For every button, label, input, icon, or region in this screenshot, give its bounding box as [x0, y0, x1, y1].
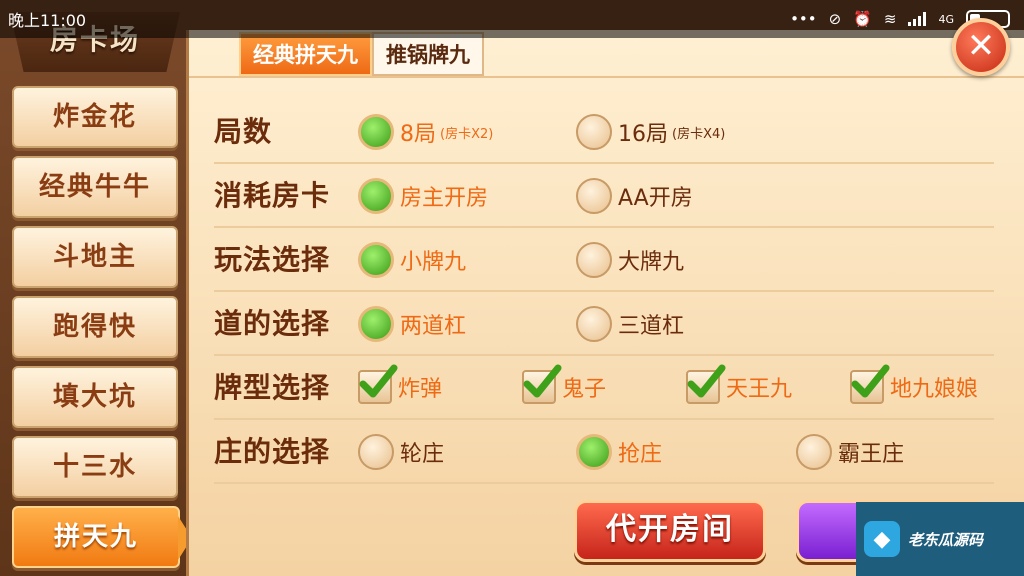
option-label: 鬼子: [562, 377, 607, 402]
sidebar-item-niuniu[interactable]: 经典牛牛: [12, 156, 178, 218]
tab-divider: [189, 76, 1024, 78]
option-label: 两道杠: [400, 314, 467, 339]
row-label: 道的选择: [214, 307, 331, 340]
status-bar: 晚上11:00 ••• ⊘ ⏰ ≋ 4G: [0, 0, 1024, 38]
row-banker: 庄的选择 轮庄 抢庄 霸王庄: [214, 420, 994, 484]
row-card-types: 牌型选择 炸弹 鬼子 天王九 地九娘娘: [214, 356, 994, 420]
option-host-open[interactable]: 房主开房: [358, 178, 488, 214]
checkbox-tianwangjiu[interactable]: 天王九: [686, 364, 793, 404]
row-card-cost: 消耗房卡 房主开房 AA开房: [214, 164, 994, 228]
sidebar-item-shisanshui[interactable]: 十三水: [12, 436, 178, 498]
row-label: 庄的选择: [214, 435, 331, 468]
option-8-rounds[interactable]: 8局 (房卡X2): [358, 114, 493, 150]
row-rounds: 局数 8局 (房卡X2) 16局 (房卡X4): [214, 100, 994, 164]
option-overlord-banker[interactable]: 霸王庄: [796, 434, 904, 470]
close-button[interactable]: ✕: [952, 18, 1010, 76]
wifi-icon: ≋: [883, 10, 897, 28]
option-label: 三道杠: [618, 314, 685, 339]
diamond-logo-icon: ◆: [864, 521, 900, 557]
checkmark-icon[interactable]: [358, 364, 398, 404]
radio-unselected-icon[interactable]: [576, 178, 612, 214]
option-two-lanes[interactable]: 两道杠: [358, 306, 466, 342]
option-label: 天王九: [726, 377, 793, 402]
radio-unselected-icon[interactable]: [576, 306, 612, 342]
game-list: 炸金花 经典牛牛 斗地主 跑得快 填大坑 十三水 拼天九: [12, 86, 192, 576]
option-label: 8局: [400, 122, 436, 147]
option-16-rounds[interactable]: 16局 (房卡X4): [576, 114, 725, 150]
checkmark-icon[interactable]: [522, 364, 562, 404]
watermark: ◆ 老东瓜源码: [856, 502, 1024, 576]
option-three-lanes[interactable]: 三道杠: [576, 306, 684, 342]
option-label: 大牌九: [618, 250, 685, 275]
option-sub-label: (房卡X4): [672, 126, 726, 142]
option-sub-label: (房卡X2): [440, 126, 494, 142]
option-label: 小牌九: [400, 250, 467, 275]
status-time: 晚上11:00: [8, 11, 87, 30]
sidebar-item-doudizhu[interactable]: 斗地主: [12, 226, 178, 288]
sidebar-item-paodekuai[interactable]: 跑得快: [12, 296, 178, 358]
radio-selected-icon[interactable]: [358, 242, 394, 278]
signal-icon: [908, 12, 927, 26]
checkbox-dijiuniangniang[interactable]: 地九娘娘: [850, 364, 979, 404]
row-play-mode: 玩法选择 小牌九 大牌九: [214, 228, 994, 292]
radio-selected-icon[interactable]: [358, 114, 394, 150]
option-label: 霸王庄: [838, 442, 905, 467]
checkbox-bomb[interactable]: 炸弹: [358, 364, 443, 404]
radio-unselected-icon[interactable]: [796, 434, 832, 470]
row-label: 局数: [214, 115, 273, 148]
tab-classic-pintianjiu[interactable]: 经典拼天九: [239, 32, 372, 76]
option-rotate-banker[interactable]: 轮庄: [358, 434, 444, 470]
radio-selected-icon[interactable]: [358, 178, 394, 214]
sidebar-item-pintianjiu[interactable]: 拼天九: [12, 506, 192, 568]
option-label: 地九娘娘: [890, 377, 979, 402]
game-sidebar: 房卡场 炸金花 经典牛牛 斗地主 跑得快 填大坑 十三水 拼天九: [0, 0, 192, 576]
option-label: 房主开房: [400, 186, 489, 211]
radio-unselected-icon[interactable]: [576, 114, 612, 150]
row-label: 玩法选择: [214, 243, 331, 276]
row-lanes: 道的选择 两道杠 三道杠: [214, 292, 994, 356]
option-big-paijiu[interactable]: 大牌九: [576, 242, 684, 278]
checkmark-icon[interactable]: [850, 364, 890, 404]
radio-unselected-icon[interactable]: [358, 434, 394, 470]
option-label: 抢庄: [618, 442, 663, 467]
vibrate-off-icon: ⊘: [828, 10, 842, 28]
radio-selected-icon[interactable]: [358, 306, 394, 342]
proxy-open-room-button[interactable]: 代开房间: [574, 500, 766, 562]
radio-unselected-icon[interactable]: [576, 242, 612, 278]
option-label: 炸弹: [398, 377, 443, 402]
row-label: 消耗房卡: [214, 179, 331, 212]
option-label: 轮庄: [400, 442, 445, 467]
network-type: 4G: [938, 12, 954, 26]
checkbox-guizi[interactable]: 鬼子: [522, 364, 607, 404]
radio-selected-icon[interactable]: [576, 434, 612, 470]
row-label: 牌型选择: [214, 371, 331, 404]
option-aa-open[interactable]: AA开房: [576, 178, 693, 214]
alarm-icon: ⏰: [853, 10, 872, 28]
option-small-paijiu[interactable]: 小牌九: [358, 242, 466, 278]
sidebar-item-tiandakeng[interactable]: 填大坑: [12, 366, 178, 428]
watermark-text: 老东瓜源码: [908, 530, 984, 549]
more-dots-icon: •••: [790, 10, 817, 28]
sidebar-item-zhajinhua[interactable]: 炸金花: [12, 86, 178, 148]
tab-bar: 经典拼天九 推锅牌九: [239, 32, 484, 76]
option-label: 16局: [618, 122, 668, 147]
option-label: AA开房: [618, 186, 693, 211]
checkmark-icon[interactable]: [686, 364, 726, 404]
option-grab-banker[interactable]: 抢庄: [576, 434, 662, 470]
tab-tuiguo-paijiu[interactable]: 推锅牌九: [372, 32, 484, 76]
